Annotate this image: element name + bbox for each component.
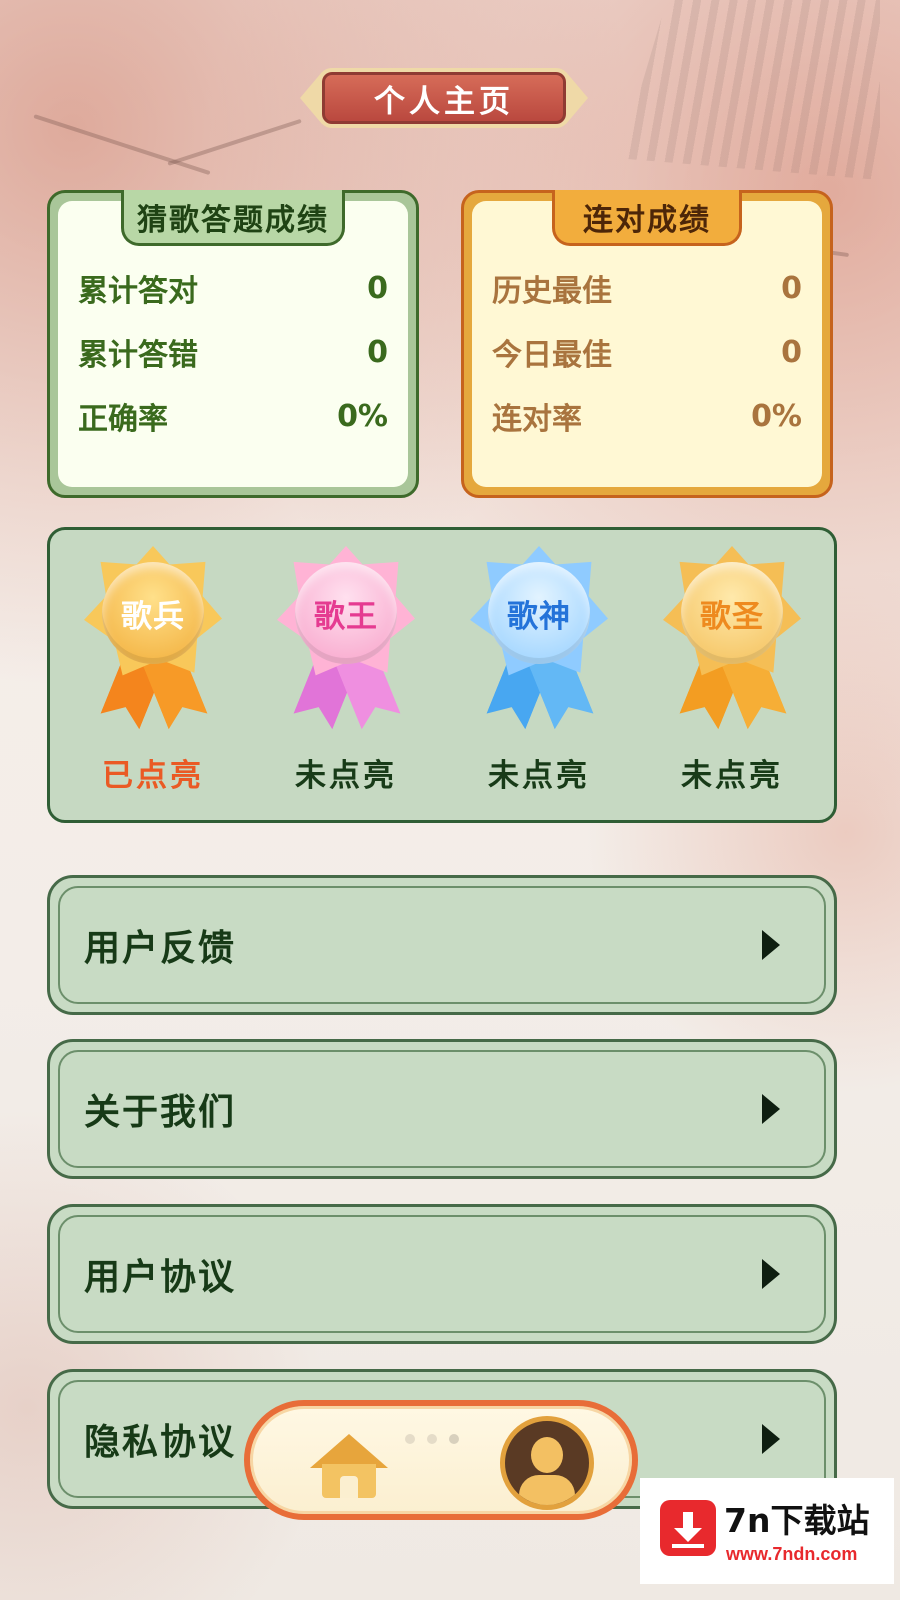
page-title-banner: 个人主页 (300, 62, 588, 134)
profile-icon-body (519, 1475, 575, 1505)
menu-item-about-us[interactable]: 关于我们 (47, 1039, 837, 1179)
nav-dot (427, 1434, 437, 1444)
watermark-url: www.7ndn.com (726, 1544, 858, 1564)
profile-icon (531, 1437, 563, 1473)
stat-value: 0 (367, 334, 388, 370)
menu-item-label: 用户协议 (84, 1257, 237, 1298)
stat-row-streak-rate: 连对率 0% (492, 393, 802, 439)
stat-label: 今日最佳 (492, 338, 612, 373)
chevron-right-icon (762, 1424, 780, 1454)
download-arrow-head (674, 1528, 702, 1542)
medal-title: 歌王 (295, 562, 397, 664)
profile-button[interactable] (500, 1416, 594, 1510)
quiz-score-card: 猜歌答题成绩 累计答对 0 累计答错 0 正确率 0% (47, 190, 419, 498)
nav-dot-active (449, 1434, 459, 1444)
medal-bing: 歌兵 已点亮 (78, 546, 228, 796)
stat-label: 累计答错 (78, 338, 198, 373)
chevron-right-icon (762, 930, 780, 960)
stat-label: 正确率 (78, 402, 168, 437)
medal-status: 已点亮 (102, 758, 204, 794)
nav-dot (405, 1434, 415, 1444)
home-icon-door (340, 1476, 358, 1498)
home-button[interactable] (310, 1434, 388, 1500)
stat-value: 0 (367, 270, 388, 306)
menu-item-label: 用户反馈 (84, 928, 237, 969)
bottom-navigation (244, 1400, 638, 1520)
home-icon (310, 1434, 388, 1468)
watermark-title: 7n下载站 (724, 1501, 870, 1540)
download-tray (672, 1544, 704, 1548)
medal-panel: 歌兵 已点亮 歌王 未点亮 歌神 未点亮 歌圣 未点亮 (47, 527, 837, 823)
background-branch (167, 118, 302, 166)
stat-label: 累计答对 (78, 274, 198, 309)
stat-value: 0 (781, 334, 802, 370)
background-branch (33, 114, 211, 176)
medal-status: 未点亮 (295, 758, 397, 794)
stat-label: 历史最佳 (492, 274, 612, 309)
streak-score-title: 连对成绩 (552, 190, 742, 246)
stat-value: 0% (751, 398, 802, 434)
quiz-score-title: 猜歌答题成绩 (121, 190, 345, 246)
medal-sheng: 歌圣 未点亮 (657, 546, 807, 796)
menu-item-label: 隐私协议 (84, 1422, 237, 1463)
medal-status: 未点亮 (681, 758, 783, 794)
chevron-right-icon (762, 1259, 780, 1289)
medal-title: 歌圣 (681, 562, 783, 664)
nav-indicator-dots (405, 1434, 459, 1444)
medal-wang: 歌王 未点亮 (271, 546, 421, 796)
menu-item-label: 关于我们 (84, 1092, 237, 1133)
stat-value: 0% (337, 398, 388, 434)
medal-status: 未点亮 (488, 758, 590, 794)
download-logo-icon (660, 1500, 716, 1556)
streak-score-card: 连对成绩 历史最佳 0 今日最佳 0 连对率 0% (461, 190, 833, 498)
stat-row-history-best: 历史最佳 0 (492, 265, 802, 311)
stat-row-wrong-total: 累计答错 0 (78, 329, 388, 375)
background-roof (620, 0, 880, 180)
medal-title: 歌神 (488, 562, 590, 664)
medal-shen: 歌神 未点亮 (464, 546, 614, 796)
site-watermark: 7n下载站 www.7ndn.com (640, 1478, 894, 1584)
stat-row-accuracy: 正确率 0% (78, 393, 388, 439)
page-title: 个人主页 (374, 83, 514, 120)
stat-value: 0 (781, 270, 802, 306)
menu-item-user-agreement[interactable]: 用户协议 (47, 1204, 837, 1344)
chevron-right-icon (762, 1094, 780, 1124)
menu-item-feedback[interactable]: 用户反馈 (47, 875, 837, 1015)
stat-row-correct-total: 累计答对 0 (78, 265, 388, 311)
stat-label: 连对率 (492, 402, 582, 437)
medal-title: 歌兵 (102, 562, 204, 664)
title-right-ornament (566, 72, 588, 124)
stat-row-today-best: 今日最佳 0 (492, 329, 802, 375)
